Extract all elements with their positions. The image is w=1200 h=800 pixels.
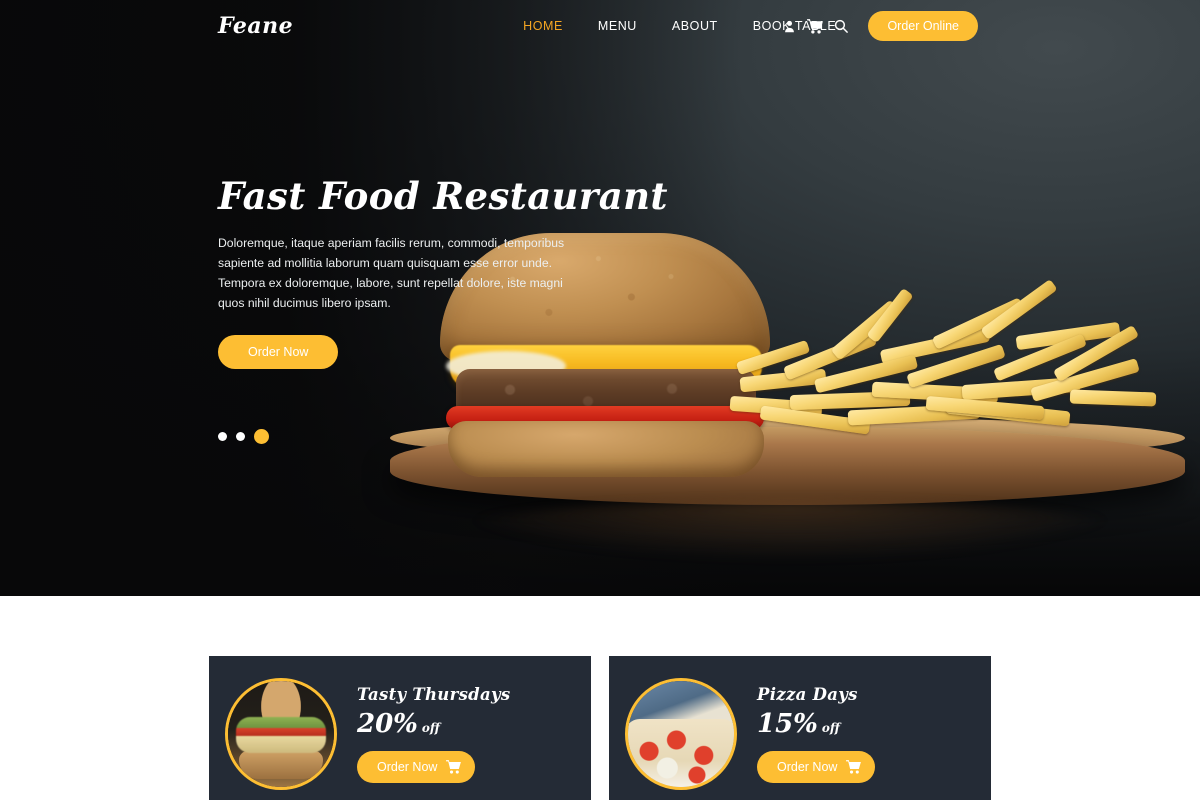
carousel-dot-3[interactable]: [254, 429, 269, 444]
offer-discount: 15% off: [757, 709, 875, 739]
search-icon[interactable]: [828, 13, 854, 39]
offer-card[interactable]: Pizza Days 15% off Order Now: [609, 656, 991, 800]
offer-text: Pizza Days 15% off Order Now: [757, 685, 876, 783]
offer-percent: 15%: [757, 709, 818, 739]
offer-text: Tasty Thursdays 20% off Order Now: [357, 685, 511, 783]
board-reflection: [445, 501, 1135, 561]
offer-title: Tasty Thursdays: [357, 685, 511, 704]
page-root: Feane HOME MENU ABOUT BOOK TABLE Order O…: [0, 0, 1200, 800]
hero-section: Feane HOME MENU ABOUT BOOK TABLE Order O…: [0, 0, 1200, 596]
cart-icon[interactable]: [802, 13, 828, 39]
fry: [1069, 389, 1157, 407]
site-header: Feane HOME MENU ABOUT BOOK TABLE Order O…: [0, 0, 1200, 52]
nav-item-home[interactable]: HOME: [523, 19, 563, 33]
hero-content: Fast Food Restaurant Doloremque, itaque …: [218, 174, 668, 369]
burger-bottom-bun: [448, 421, 764, 477]
cart-icon: [446, 760, 462, 774]
offer-image: [625, 678, 737, 790]
fry: [739, 368, 827, 393]
nav-item-menu[interactable]: MENU: [598, 19, 637, 33]
cart-icon: [846, 760, 862, 774]
carousel-dots: [218, 429, 269, 444]
offers-section: Tasty Thursdays 20% off Order Now Pizza Days…: [0, 596, 1200, 800]
header-actions: Order Online: [776, 0, 978, 52]
offer-order-now-button[interactable]: Order Now: [357, 751, 476, 783]
user-icon[interactable]: [776, 13, 802, 39]
offer-card[interactable]: Tasty Thursdays 20% off Order Now: [209, 656, 591, 800]
brand-logo[interactable]: Feane: [218, 13, 293, 39]
carousel-dot-2[interactable]: [236, 432, 245, 441]
carousel-dot-1[interactable]: [218, 432, 227, 441]
offer-button-label: Order Now: [377, 760, 438, 774]
order-online-button[interactable]: Order Online: [868, 11, 978, 41]
hero-description: Doloremque, itaque aperiam facilis rerum…: [218, 236, 565, 310]
offer-percent: 20%: [357, 709, 418, 739]
offer-button-label: Order Now: [777, 760, 838, 774]
offer-image: [225, 678, 337, 790]
hero-title: Fast Food Restaurant: [218, 174, 668, 218]
nav-item-about[interactable]: ABOUT: [672, 19, 718, 33]
fries-graphic: [729, 278, 1160, 439]
offer-discount: 20% off: [357, 709, 511, 739]
offer-title: Pizza Days: [757, 685, 858, 704]
offer-order-now-button[interactable]: Order Now: [757, 751, 876, 783]
offer-off-label: off: [421, 721, 440, 735]
hero-order-now-button[interactable]: Order Now: [218, 334, 339, 369]
offer-off-label: off: [821, 721, 840, 735]
